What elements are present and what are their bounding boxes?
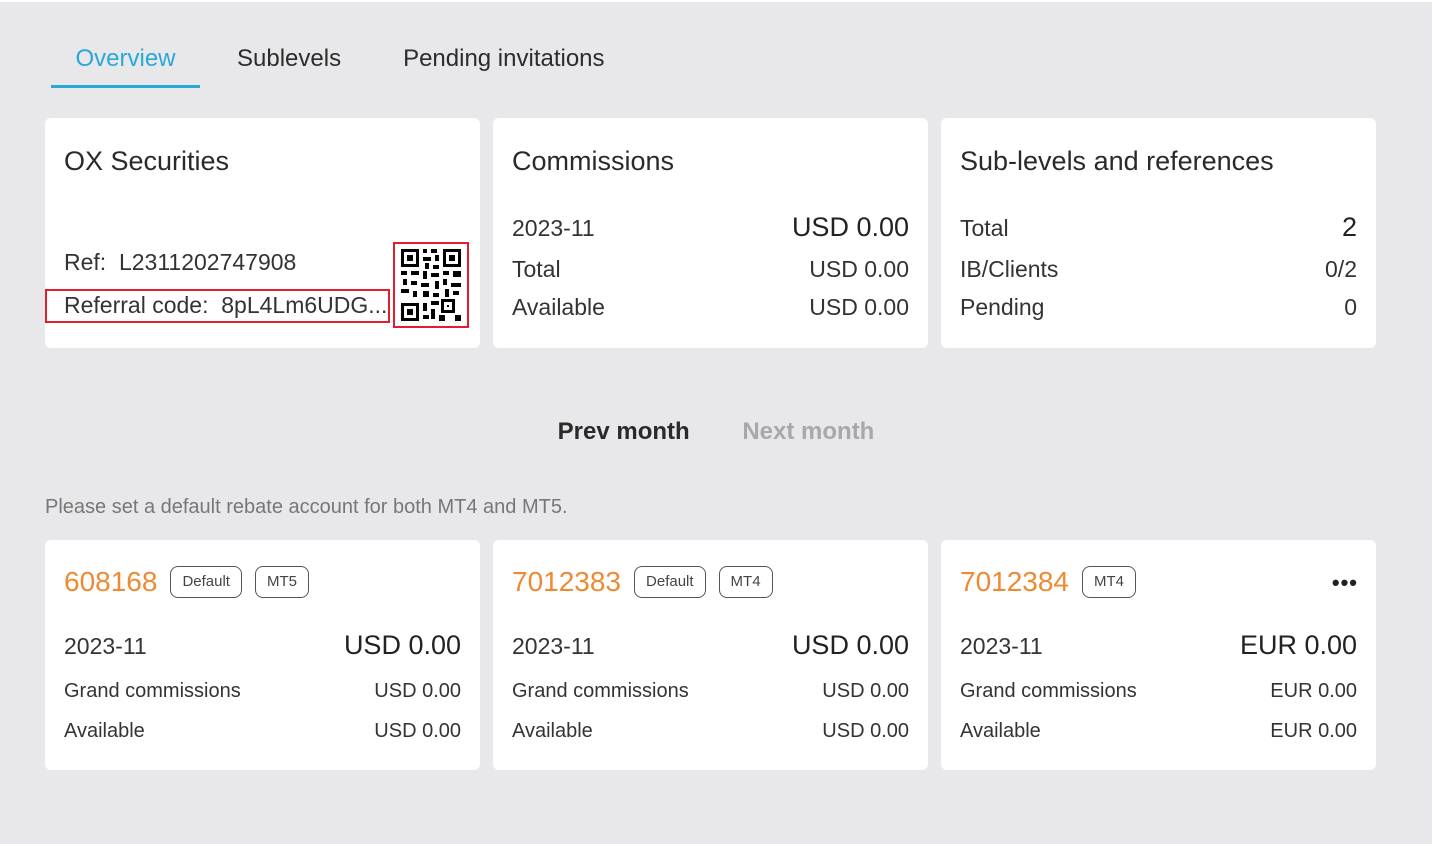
account-header: 7012383 Default MT4: [512, 566, 773, 598]
commissions-period-value: USD 0.00: [791, 212, 909, 242]
account-period-value: USD 0.00: [343, 630, 461, 660]
account-number[interactable]: 7012384: [960, 566, 1069, 598]
account-grand-label: Grand commissions: [512, 680, 689, 702]
platform-badge: MT5: [254, 566, 309, 598]
account-available-row: Available USD 0.00: [64, 720, 461, 743]
commissions-available-label: Available: [512, 294, 605, 320]
sublevels-pending-value: 0: [1344, 294, 1357, 320]
account-card: 608168 Default MT5 2023-11 USD 0.00 Gran…: [45, 540, 480, 770]
ref-line: Ref: L2311202747908: [64, 249, 296, 276]
account-header: 7012384 MT4: [960, 566, 1137, 598]
account-period: 2023-11: [512, 633, 595, 659]
account-available-label: Available: [960, 720, 1041, 742]
rebate-account-notice: Please set a default rebate account for …: [45, 496, 568, 518]
account-period: 2023-11: [64, 633, 147, 659]
sublevels-ib-label: IB/Clients: [960, 256, 1059, 282]
account-card: 7012383 Default MT4 2023-11 USD 0.00 Gra…: [493, 540, 928, 770]
tab-sublevels[interactable]: Sublevels: [237, 40, 341, 88]
account-grand-row: Grand commissions EUR 0.00: [960, 680, 1357, 703]
next-month-button[interactable]: Next month: [742, 418, 874, 446]
month-navigation: Prev month Next month: [0, 418, 1432, 446]
account-period: 2023-11: [960, 633, 1043, 659]
account-available-row: Available EUR 0.00: [960, 720, 1357, 743]
account-header: 608168 Default MT5: [64, 566, 309, 598]
qr-code-icon: [399, 247, 463, 323]
account-grand-label: Grand commissions: [960, 680, 1137, 702]
commissions-card: Commissions 2023-11 USD 0.00 Total USD 0…: [493, 118, 928, 348]
ref-label: Ref:: [64, 249, 107, 275]
commissions-title: Commissions: [512, 146, 675, 176]
commissions-period: 2023-11: [512, 215, 595, 241]
broker-card: OX Securities Ref: L2311202747908 Referr…: [45, 118, 480, 348]
account-grand-row: Grand commissions USD 0.00: [64, 680, 461, 703]
tab-pending-invitations[interactable]: Pending invitations: [403, 40, 604, 88]
account-available-row: Available USD 0.00: [512, 720, 909, 743]
platform-badge: MT4: [718, 566, 773, 598]
sublevels-ib-row: IB/Clients 0/2: [960, 256, 1357, 283]
sublevels-total-row: Total 2: [960, 212, 1357, 243]
tab-overview[interactable]: Overview: [51, 40, 200, 88]
sublevels-total-label: Total: [960, 215, 1009, 241]
account-grand-label: Grand commissions: [64, 680, 241, 702]
account-number[interactable]: 608168: [64, 566, 157, 598]
account-available-label: Available: [512, 720, 593, 742]
account-available-label: Available: [64, 720, 145, 742]
commissions-available-value: USD 0.00: [809, 294, 909, 320]
account-grand-value: USD 0.00: [374, 680, 461, 702]
account-period-value: EUR 0.00: [1239, 630, 1357, 660]
sublevels-title: Sub-levels and references: [960, 146, 1274, 176]
ref-value[interactable]: L2311202747908: [119, 249, 296, 275]
account-period-row: 2023-11 EUR 0.00: [960, 630, 1357, 661]
commissions-available-row: Available USD 0.00: [512, 294, 909, 321]
commissions-total-label: Total: [512, 256, 561, 282]
sublevels-ib-value: 0/2: [1325, 256, 1357, 282]
sublevels-pending-label: Pending: [960, 294, 1045, 320]
account-grand-value: USD 0.00: [822, 680, 909, 702]
sublevels-card: Sub-levels and references Total 2 IB/Cli…: [941, 118, 1376, 348]
broker-title: OX Securities: [64, 146, 230, 176]
commissions-period-row: 2023-11 USD 0.00: [512, 212, 909, 243]
referral-code[interactable]: Referral code: 8pL4Lm6UDG...: [45, 289, 390, 323]
commissions-total-value: USD 0.00: [809, 256, 909, 282]
prev-month-button[interactable]: Prev month: [558, 418, 690, 446]
account-available-value: USD 0.00: [822, 720, 909, 742]
tab-bar: Overview Sublevels Pending invitations: [51, 40, 605, 90]
default-badge: Default: [634, 566, 706, 598]
account-number[interactable]: 7012383: [512, 566, 621, 598]
account-grand-row: Grand commissions USD 0.00: [512, 680, 909, 703]
referral-code-value[interactable]: 8pL4Lm6UDG...: [221, 292, 387, 318]
qr-code-button[interactable]: [393, 242, 469, 328]
account-period-value: USD 0.00: [791, 630, 909, 660]
account-grand-value: EUR 0.00: [1270, 680, 1357, 702]
account-available-value: EUR 0.00: [1270, 720, 1357, 742]
more-options-icon[interactable]: •••: [1332, 570, 1358, 596]
platform-badge: MT4: [1082, 566, 1137, 598]
sublevels-pending-row: Pending 0: [960, 294, 1357, 321]
sublevels-total-value: 2: [1341, 212, 1357, 242]
account-card: 7012384 MT4 ••• 2023-11 EUR 0.00 Grand c…: [941, 540, 1376, 770]
commissions-total-row: Total USD 0.00: [512, 256, 909, 283]
default-badge: Default: [170, 566, 242, 598]
account-period-row: 2023-11 USD 0.00: [64, 630, 461, 661]
account-available-value: USD 0.00: [374, 720, 461, 742]
account-period-row: 2023-11 USD 0.00: [512, 630, 909, 661]
referral-code-label: Referral code:: [64, 292, 209, 318]
